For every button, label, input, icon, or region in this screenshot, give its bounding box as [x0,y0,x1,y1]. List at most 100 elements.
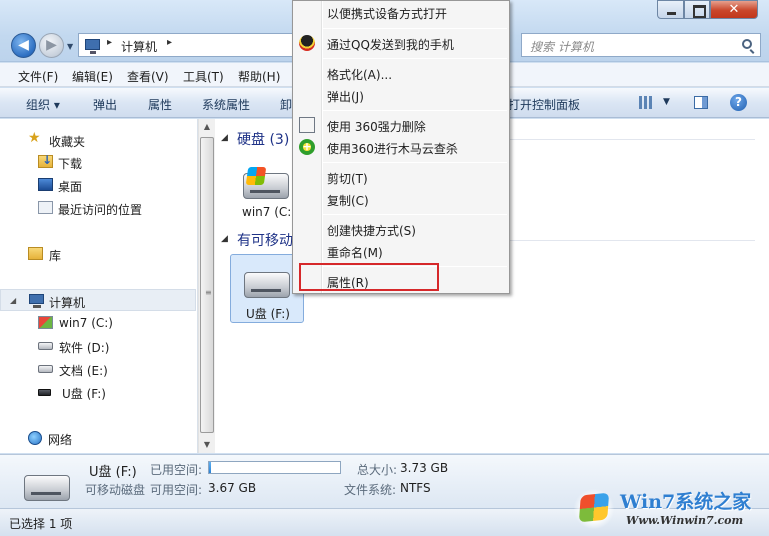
search-input[interactable]: 搜索 计算机 [521,33,761,57]
nav-item-libraries[interactable]: 库 [0,243,196,265]
menu-file[interactable]: 文件(F) [18,68,58,85]
star-icon: ★ [28,130,41,146]
menu-send-via-qq[interactable]: 通过QQ发送到我的手机 [327,36,454,53]
help-icon[interactable]: ? [730,94,747,111]
menu-create-shortcut[interactable]: 创建快捷方式(S) [327,222,416,239]
details-drive-type: 可移动磁盘 [85,483,146,497]
details-drive-name: U盘 (F:) [89,465,137,480]
library-icon [28,247,43,260]
group-collapse-icon[interactable]: ◢ [221,133,228,143]
scroll-thumb[interactable]: ≡ [200,137,214,433]
menu-rename[interactable]: 重命名(M) [327,244,383,261]
computer-icon [29,294,44,308]
system-drive-icon [38,316,53,329]
recent-pages-dropdown[interactable]: ▼ [67,42,73,51]
organize-button[interactable]: 组织 ▾ [26,96,60,113]
computer-icon [85,39,100,54]
menu-cut[interactable]: 剪切(T) [327,170,368,187]
nav-label: 最近访问的位置 [58,203,143,217]
nav-item-drive-c[interactable]: win7 (C:) [0,312,196,334]
scroll-down-icon[interactable]: ▼ [199,437,215,453]
details-total-label: 总大小: [357,463,398,477]
nav-item-downloads[interactable]: 下载 [0,151,196,173]
menu-360-trojan-scan[interactable]: 使用360进行木马云查杀 [327,140,458,157]
grip-icon: ≡ [205,288,212,297]
desktop-icon [38,178,53,191]
menu-eject[interactable]: 弹出(J) [327,88,364,105]
watermark-brand: Win7系统之家 [620,491,752,513]
downloads-folder-icon [38,153,53,168]
group-header-removable[interactable]: 有可移动 [237,230,293,250]
nav-label: U盘 (F:) [62,387,106,401]
nav-label: 文档 (E:) [59,364,108,378]
preview-pane-icon[interactable] [694,96,708,109]
maximize-button[interactable] [684,0,710,19]
nav-item-desktop[interactable]: 桌面 [0,174,196,196]
eject-button[interactable]: 弹出 [93,96,117,113]
nav-label: win7 (C:) [59,316,113,330]
breadcrumb-chevron-icon[interactable]: ▸ [107,37,112,48]
menu-tools[interactable]: 工具(T) [183,68,224,85]
minimize-button[interactable] [657,0,684,19]
nav-item-drive-f[interactable]: U盘 (F:) [0,381,196,403]
breadcrumb-computer[interactable]: 计算机 [121,38,157,55]
recent-places-icon [38,201,53,214]
nav-item-drive-e[interactable]: 文档 (E:) [0,358,196,380]
search-icon[interactable] [742,39,752,49]
uninstall-button[interactable]: 卸 [280,96,292,113]
qq-penguin-icon [299,35,315,51]
back-button[interactable]: ◀ [11,33,36,58]
drive-label: win7 (C:) [242,205,296,219]
forward-button[interactable]: ▶ [39,33,64,58]
nav-label: 软件 (D:) [59,341,110,355]
menu-copy[interactable]: 复制(C) [327,192,369,209]
open-control-panel-button[interactable]: 打开控制面板 [508,96,580,113]
properties-highlight-box [299,263,439,291]
status-selected-count: 已选择 1 项 [9,517,73,531]
usage-bar [208,461,341,474]
group-header-hard-disks[interactable]: 硬盘 (3) [237,129,289,149]
view-dropdown-icon[interactable]: ▼ [663,97,670,107]
menu-view[interactable]: 查看(V) [127,68,169,85]
menu-separator [323,214,507,215]
system-properties-button[interactable]: 系统属性 [202,96,250,113]
removable-drive-icon [24,475,70,501]
menu-open-as-portable-device[interactable]: 以便携式设备方式打开 [327,5,447,22]
usage-bar-fill [209,462,212,473]
nav-item-favorites[interactable]: ★ 收藏夹 [0,129,196,151]
group-collapse-icon[interactable]: ◢ [221,234,228,244]
nav-item-drive-d[interactable]: 软件 (D:) [0,335,196,357]
details-free-value: 3.67 GB [208,481,257,495]
nav-item-recent[interactable]: 最近访问的位置 [0,197,196,219]
menu-separator [323,28,507,29]
nav-scrollbar[interactable]: ▲ ≡ ▼ [198,119,215,453]
change-view-icon[interactable] [639,96,653,109]
collapse-arrow-icon[interactable]: ◢ [10,296,16,305]
details-used-label: 已用空间: [150,463,203,477]
nav-label: 计算机 [49,296,86,310]
watermark-windows-logo [578,492,610,523]
close-button[interactable]: ✕ [710,0,758,19]
properties-button[interactable]: 属性 [148,96,172,113]
search-placeholder: 搜索 计算机 [530,40,594,54]
navigation-pane: ★ 收藏夹 下载 桌面 最近访问的位置 库 ◢ 计算机 win7 (C:) 软件… [0,119,198,453]
drive-label: U盘 (F:) [246,307,290,321]
details-fs-value: NTFS [400,481,431,495]
nav-label: 桌面 [58,180,83,194]
breadcrumb-chevron-icon[interactable]: ▸ [167,37,172,48]
menu-separator [323,110,507,111]
removable-drive-icon [244,272,290,298]
shredder-icon [299,117,315,133]
hard-drive-icon [38,342,53,350]
nav-item-computer[interactable]: ◢ 计算机 [0,289,196,311]
menu-edit[interactable]: 编辑(E) [72,68,113,85]
nav-label: 网络 [48,433,73,447]
nav-item-network[interactable]: 网络 [0,427,196,449]
menu-help[interactable]: 帮助(H) [238,68,280,85]
usb-drive-icon [38,389,51,396]
scroll-up-icon[interactable]: ▲ [199,119,215,135]
menu-format[interactable]: 格式化(A)... [327,66,392,83]
details-free-label: 可用空间: [150,483,203,497]
menu-360-force-delete[interactable]: 使用 360强力删除 [327,118,426,135]
nav-label: 下载 [58,157,83,171]
